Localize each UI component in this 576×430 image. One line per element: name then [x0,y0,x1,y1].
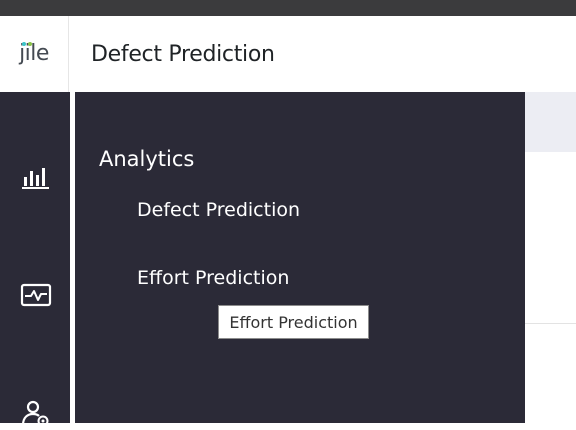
main-content [525,92,576,423]
flyout-heading: Analytics [99,147,195,171]
tooltip: Effort Prediction [218,305,369,339]
menu-item-effort-prediction[interactable]: Effort Prediction [137,267,289,289]
app-logo: jile [19,42,49,65]
logo-container[interactable]: jile [0,16,69,92]
page-title: Defect Prediction [91,42,275,67]
activity-monitor-icon [20,283,52,307]
analytics-flyout-menu: Analytics Defect Prediction Effort Predi… [75,92,525,423]
rail-item-analytics[interactable] [19,160,53,194]
content-tab-bar [525,92,576,152]
user-settings-icon [21,400,49,427]
rail-item-monitoring[interactable] [19,278,53,312]
left-icon-rail [0,92,70,427]
app-header: jile Defect Prediction [0,16,576,92]
window-top-strip [0,0,576,16]
content-divider [525,323,576,324]
bar-chart-icon [22,168,49,189]
menu-item-defect-prediction[interactable]: Defect Prediction [137,199,300,221]
rail-item-user-settings[interactable] [19,396,53,430]
